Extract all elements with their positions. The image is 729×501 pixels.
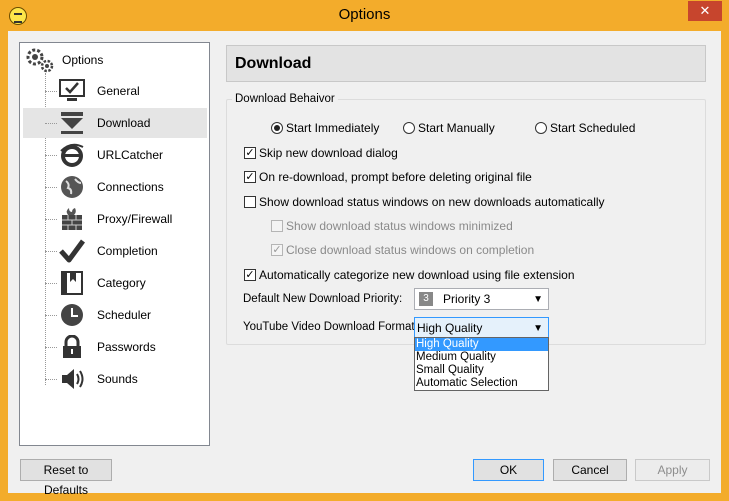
apply-button[interactable]: Apply <box>635 459 710 481</box>
dropdown-option-high-quality[interactable]: High Quality <box>415 338 548 351</box>
clock-icon <box>61 304 83 326</box>
tree-item-label: Passwords <box>97 340 156 354</box>
tree-branch-line <box>45 251 57 252</box>
cancel-button[interactable]: Cancel <box>553 459 627 481</box>
options-window: Options ✕ Options General Download URLCa… <box>0 0 729 501</box>
radio-label: Start Scheduled <box>550 121 636 135</box>
tree-root-label: Options <box>62 53 104 67</box>
firewall-icon <box>62 208 82 230</box>
radio-label: Start Manually <box>418 121 495 135</box>
dropdown-option-medium-quality[interactable]: Medium Quality <box>415 351 548 364</box>
close-button[interactable]: ✕ <box>688 1 722 21</box>
padlock-icon <box>63 335 81 358</box>
radio-start-manually[interactable]: Start Manually <box>403 121 495 135</box>
checkmark-icon <box>59 239 85 263</box>
checkbox-indicator[interactable]: ✓ <box>244 269 256 281</box>
tree-branch-line <box>45 187 57 188</box>
tree-item-label: Scheduler <box>97 308 152 322</box>
tree-item-label: Completion <box>97 244 158 258</box>
tree-item-label: Proxy/Firewall <box>97 212 173 226</box>
priority-value: Priority 3 <box>443 292 491 306</box>
tree-item-label: General <box>97 84 140 98</box>
checkbox-status-windows-minimized[interactable]: Show download status windows minimized <box>271 219 513 233</box>
checkbox-label: Show download status windows minimized <box>286 219 513 233</box>
tree-item-urlcatcher[interactable]: URLCatcher <box>23 140 207 170</box>
options-tree[interactable]: Options General Download URLCatcher Conn… <box>19 42 210 446</box>
priority-label: Default New Download Priority: <box>243 293 403 305</box>
tree-branch-line <box>45 123 57 124</box>
tree-item-general[interactable]: General <box>23 76 207 106</box>
radio-start-immediately[interactable]: Start Immediately <box>271 121 379 135</box>
gears-icon <box>26 48 54 73</box>
youtube-format-label: YouTube Video Download Format: <box>243 321 418 333</box>
dropdown-option-automatic-selection[interactable]: Automatic Selection <box>415 377 548 390</box>
tree-item-passwords[interactable]: Passwords <box>23 332 207 362</box>
checkbox-indicator[interactable]: ✓ <box>244 171 256 183</box>
radio-label: Start Immediately <box>286 121 380 135</box>
speaker-icon <box>62 369 84 389</box>
window-title: Options <box>338 6 391 23</box>
panel-title: Download <box>235 55 312 72</box>
checkbox-indicator[interactable]: ✓ <box>271 244 283 256</box>
youtube-format-value: High Quality <box>417 321 483 335</box>
tree-root-options[interactable]: Options <box>24 48 104 73</box>
tree-branch-line <box>45 155 57 156</box>
chevron-down-icon: ▼ <box>533 294 543 305</box>
checkbox-skip-new-download-dialog[interactable]: ✓ Skip new download dialog <box>244 146 398 160</box>
checkbox-label: Automatically categorize new download us… <box>259 268 575 282</box>
tree-branch-line <box>45 219 57 220</box>
tree-item-label: Sounds <box>97 372 138 386</box>
checkbox-label: Skip new download dialog <box>259 146 398 160</box>
tree-branch-line <box>45 315 57 316</box>
checkbox-indicator[interactable] <box>271 220 283 232</box>
ie-logo-icon <box>60 143 84 167</box>
tree-branch-line <box>45 283 57 284</box>
group-title: Download Behaivor <box>232 93 338 105</box>
priority-badge-icon: 3 <box>419 292 433 306</box>
chevron-down-icon: ▼ <box>533 323 543 334</box>
radio-indicator[interactable] <box>535 122 547 134</box>
tree-item-label: Download <box>97 116 151 130</box>
tree-item-label: URLCatcher <box>97 148 164 162</box>
radio-indicator[interactable] <box>403 122 415 134</box>
tree-item-label: Category <box>97 276 146 290</box>
tree-item-category[interactable]: Category <box>23 268 207 298</box>
globe-icon <box>61 176 83 198</box>
tree-branch-line <box>45 379 57 380</box>
youtube-format-select[interactable]: High Quality ▼ <box>414 317 549 339</box>
priority-select[interactable]: 3 Priority 3 ▼ <box>414 288 549 310</box>
checkbox-label: Close download status windows on complet… <box>286 243 535 257</box>
checkbox-auto-categorize[interactable]: ✓ Automatically categorize new download … <box>244 268 575 282</box>
panel-header: Download <box>226 45 706 82</box>
radio-start-scheduled[interactable]: Start Scheduled <box>535 121 635 135</box>
tree-branch-line <box>45 91 57 92</box>
tree-item-connections[interactable]: Connections <box>23 172 207 202</box>
checkbox-prompt-before-deleting[interactable]: ✓ On re-download, prompt before deleting… <box>244 170 532 184</box>
ok-button[interactable]: OK <box>473 459 544 481</box>
checkbox-show-status-windows[interactable]: Show download status windows on new down… <box>244 195 605 209</box>
radio-indicator[interactable] <box>271 122 283 134</box>
category-book-icon <box>61 271 83 295</box>
download-arrow-icon <box>61 112 83 134</box>
checkbox-close-status-on-completion[interactable]: ✓ Close download status windows on compl… <box>271 243 534 257</box>
monitor-check-icon <box>59 79 85 101</box>
checkbox-label: Show download status windows on new down… <box>259 195 605 209</box>
tree-item-label: Connections <box>97 180 164 194</box>
reset-to-defaults-button[interactable]: Reset to Defaults <box>20 459 112 497</box>
checkbox-indicator[interactable]: ✓ <box>244 147 256 159</box>
tree-item-proxy-firewall[interactable]: Proxy/Firewall <box>23 204 207 234</box>
checkbox-label: On re-download, prompt before deleting o… <box>259 170 532 184</box>
title-bar[interactable]: Options ✕ <box>0 0 729 31</box>
checkbox-indicator[interactable] <box>244 196 256 208</box>
tree-item-completion[interactable]: Completion <box>23 236 207 266</box>
dropdown-option-small-quality[interactable]: Small Quality <box>415 364 548 377</box>
tree-item-download[interactable]: Download <box>23 108 207 138</box>
dialog-client: Options General Download URLCatcher Conn… <box>8 31 721 497</box>
youtube-format-dropdown[interactable]: High Quality Medium Quality Small Qualit… <box>414 337 549 391</box>
tree-item-sounds[interactable]: Sounds <box>23 364 207 394</box>
tree-item-scheduler[interactable]: Scheduler <box>23 300 207 330</box>
tree-branch-line <box>45 347 57 348</box>
